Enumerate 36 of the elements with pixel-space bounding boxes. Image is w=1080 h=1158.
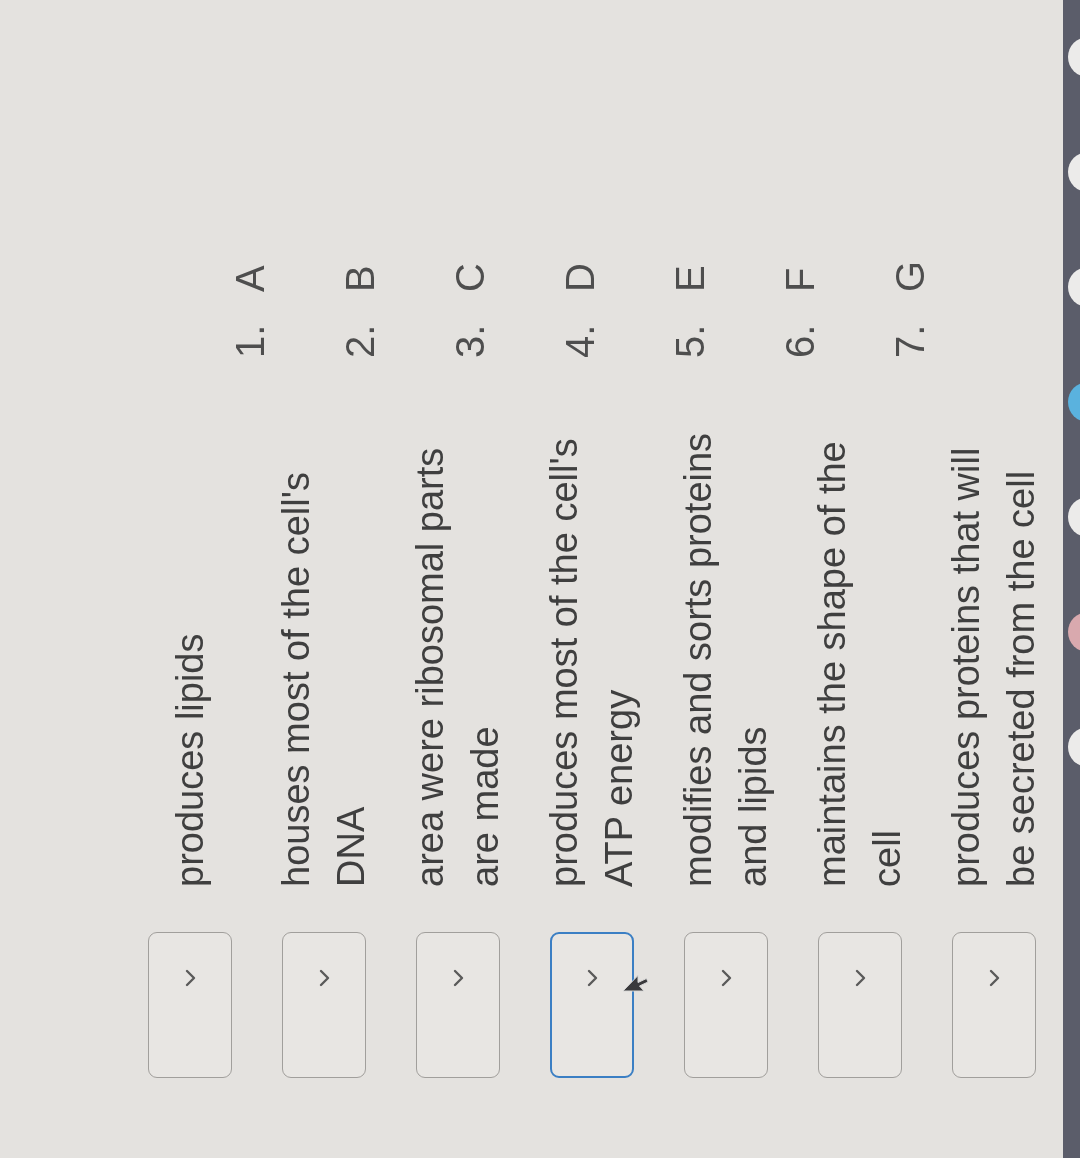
dropdown[interactable] <box>550 932 634 1078</box>
letter-label: B <box>340 265 380 292</box>
list-number: 3. <box>450 323 490 358</box>
list-number: 1. <box>230 323 270 358</box>
letter-label: D <box>560 263 600 292</box>
list-number: 4. <box>560 323 600 358</box>
dropdown[interactable] <box>952 932 1036 1078</box>
description-text: maintains the shape of the cell <box>810 440 909 887</box>
dropdown[interactable] <box>684 932 768 1078</box>
description-text: produces lipids <box>167 632 212 887</box>
chevron-down-icon <box>854 969 866 987</box>
list-number: 5. <box>670 323 710 358</box>
description-text: produces proteins that will be secreted from the cell <box>944 446 1043 887</box>
letter-label: F <box>780 267 820 292</box>
description-text: produces most of the cell's ATP energy <box>542 437 641 887</box>
chevron-down-icon <box>720 969 732 987</box>
cursor-icon <box>622 974 649 992</box>
chevron-down-icon <box>988 969 1000 987</box>
description-text: houses most of the cell's DNA <box>274 471 373 887</box>
chevron-down-icon <box>318 969 330 987</box>
dropdown[interactable] <box>148 932 232 1078</box>
list-number: 2. <box>340 323 380 358</box>
dropdown[interactable] <box>282 932 366 1078</box>
chevron-down-icon <box>586 969 598 987</box>
description-text: modifies and sorts proteins and lipids <box>676 431 775 887</box>
letter-label: C <box>450 263 490 292</box>
list-number: 6. <box>780 323 820 358</box>
chevron-down-icon <box>184 969 196 987</box>
dropdown[interactable] <box>416 932 500 1078</box>
dropdown[interactable] <box>818 932 902 1078</box>
description-text: area were ribosomal parts are made <box>408 446 507 887</box>
list-number: 7. <box>890 323 930 358</box>
letter-label: G <box>890 260 930 292</box>
letter-label: E <box>670 265 710 292</box>
letter-label: A <box>230 265 270 292</box>
chevron-down-icon <box>452 969 464 987</box>
